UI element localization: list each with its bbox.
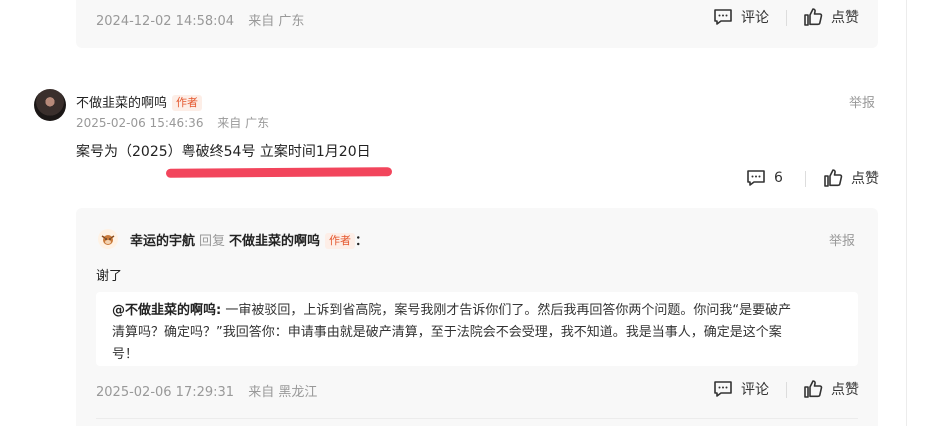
prev-like-label: 点赞 xyxy=(831,10,859,26)
quote-text-3: 号！ xyxy=(112,347,139,362)
quote-line: @不做韭菜的啊呜: 一审被驳回，上诉到省高院，案号我刚才告诉你们了。然后我再回答… xyxy=(112,300,842,322)
thumbs-up-icon xyxy=(824,169,843,187)
thumbs-up-icon xyxy=(804,8,823,26)
reply-author-tag: 作者 xyxy=(325,233,356,249)
reply-author[interactable]: 幸运的宇航 xyxy=(130,234,195,249)
reply-meta: 2025-02-06 17:29:31 来自 黑龙江 xyxy=(96,381,317,400)
avatar[interactable] xyxy=(34,89,66,121)
prev-meta: 2024-12-02 14:58:04 来自 广东 xyxy=(96,10,304,29)
author-tag: 作者 xyxy=(172,95,203,111)
reply-to-user[interactable]: 不做韭菜的啊呜 xyxy=(229,234,320,249)
action-divider xyxy=(786,382,787,398)
reply-comment-button[interactable]: 评论 xyxy=(713,379,769,399)
quote-author: @不做韭菜的啊呜: xyxy=(112,303,222,318)
reply-word: 回复 xyxy=(199,234,226,249)
prev-timestamp: 2024-12-02 14:58:04 xyxy=(96,14,235,29)
comment-icon xyxy=(714,9,732,25)
reply-like-label: 点赞 xyxy=(831,382,859,398)
reply-text: 谢了 xyxy=(96,269,123,284)
reply-report-button[interactable]: 举报 xyxy=(829,230,855,249)
reply-like-button[interactable]: 点赞 xyxy=(803,379,859,399)
reply-count: 6 xyxy=(774,170,783,186)
comment-like-button[interactable]: 点赞 xyxy=(823,168,879,188)
reply-timestamp: 2025-02-06 17:29:31 xyxy=(96,385,235,400)
comment-replies-button[interactable]: 6 xyxy=(746,168,783,188)
prev-like-button[interactable]: 点赞 xyxy=(803,7,859,27)
comment-meta: 2025-02-06 15:46:36 来自 广东 xyxy=(76,114,269,131)
cow-avatar-icon xyxy=(101,235,115,245)
prev-comment-button[interactable]: 评论 xyxy=(713,7,769,27)
action-divider xyxy=(805,171,806,187)
red-highlight-mark xyxy=(165,167,393,178)
reply-comment-label: 评论 xyxy=(741,382,769,398)
comment-location: 来自 广东 xyxy=(217,116,270,130)
comment-author-line: 不做韭菜的啊呜 作者 xyxy=(76,92,203,111)
comment-icon xyxy=(714,381,732,397)
reply-location: 来自 黑龙江 xyxy=(248,385,318,400)
divider xyxy=(96,418,858,419)
quote-text-1: 一审被驳回，上诉到省高院，案号我刚才告诉你们了。然后我再回答你两个问题。你问我“… xyxy=(225,303,792,318)
comment-icon xyxy=(747,170,765,186)
quoted-comment: @不做韭菜的啊呜: 一审被驳回，上诉到省高院，案号我刚才告诉你们了。然后我再回答… xyxy=(96,292,858,366)
comment-author[interactable]: 不做韭菜的啊呜 xyxy=(76,96,167,111)
comment-like-label: 点赞 xyxy=(851,171,879,187)
comment-text: 案号为（2025）粤破终54号 立案时间1月20日 xyxy=(76,144,371,160)
reply-colon: ： xyxy=(355,234,369,249)
comment-timestamp: 2025-02-06 15:46:36 xyxy=(76,116,204,130)
reply-header: 幸运的宇航 回复 不做韭菜的啊呜 作者： xyxy=(130,230,368,249)
report-button[interactable]: 举报 xyxy=(849,92,875,111)
reply-avatar[interactable] xyxy=(98,229,118,249)
right-divider xyxy=(906,0,907,426)
thumbs-up-icon xyxy=(804,380,823,398)
quote-text-2: 清算吗？确定吗？”我回答你：申请事由就是破产清算，至于法院会不会受理，我不知道。… xyxy=(112,325,782,340)
prev-location: 来自 广东 xyxy=(248,14,305,29)
action-divider xyxy=(786,10,787,26)
prev-comment-label: 评论 xyxy=(741,10,769,26)
